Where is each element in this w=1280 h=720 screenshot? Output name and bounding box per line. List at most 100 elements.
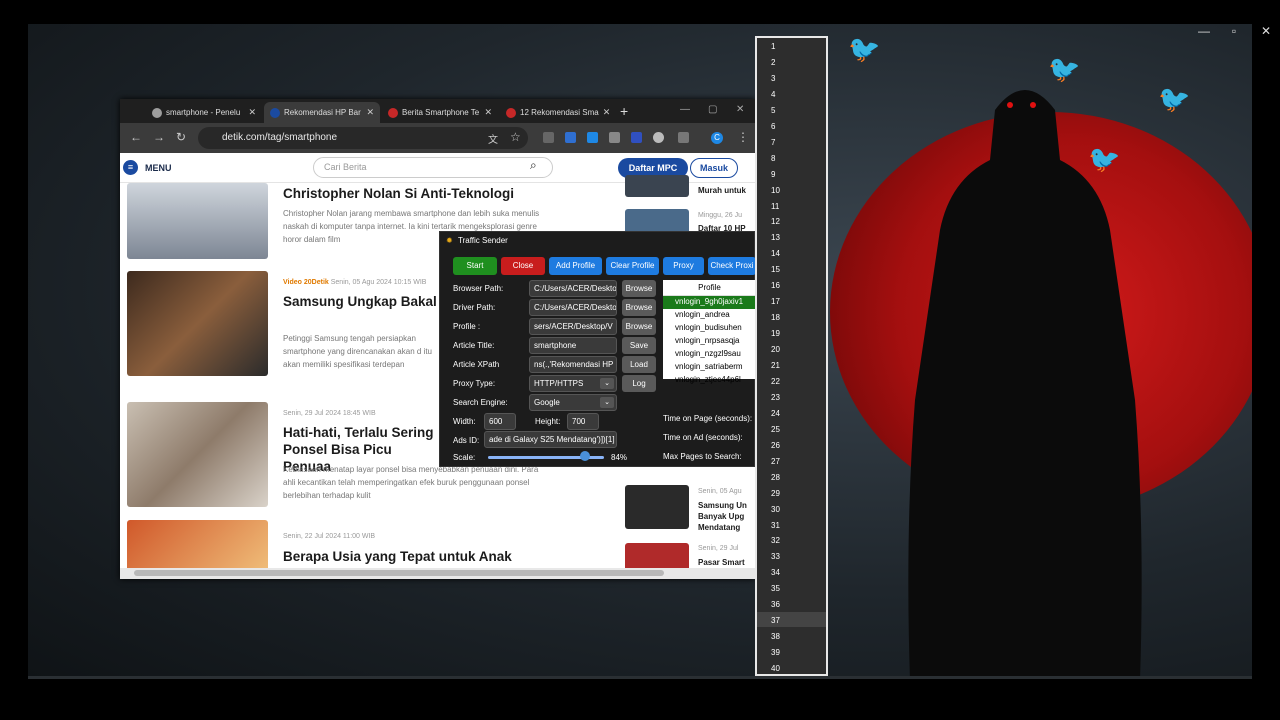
article-title-field[interactable]: smartphone [529, 337, 617, 354]
line-number: 5 [771, 105, 776, 115]
sidebar-title[interactable]: Murah untuk [698, 185, 753, 196]
profile-list-item[interactable]: vnlogin_ztjec44p6l [663, 374, 756, 387]
horizontal-scrollbar[interactable] [120, 568, 755, 579]
line-number: 27 [771, 456, 780, 466]
start-button[interactable]: Start [453, 257, 497, 275]
browser-path-field[interactable]: C:/Users/ACER/Deskto [529, 280, 617, 297]
profile-list[interactable]: Profile vnlogin_9gh0jaxiv1 vnlogin_andre… [663, 280, 756, 384]
extension-icon[interactable] [587, 132, 598, 143]
back-icon[interactable]: ← [130, 130, 142, 144]
width-label: Width: [453, 417, 476, 426]
tab-label: 12 Rekomendasi Sma [520, 108, 599, 117]
article-thumbnail[interactable] [127, 402, 268, 507]
driver-path-field[interactable]: C:/Users/ACER/Deskto [529, 299, 617, 316]
tab-close-icon[interactable]: ✕ [248, 107, 256, 118]
window-close-icon[interactable]: ✕ [736, 104, 744, 115]
minimize-icon[interactable]: — [1195, 24, 1213, 38]
line-number: 39 [771, 648, 780, 658]
window-maximize-icon[interactable]: ▢ [708, 104, 717, 115]
menu-label[interactable]: MENU [145, 163, 172, 173]
tab-close-icon[interactable]: ✕ [484, 107, 492, 118]
menu-icon[interactable]: ≡ [123, 160, 138, 175]
close-button[interactable]: Close [501, 257, 545, 275]
add-profile-button[interactable]: Add Profile [549, 257, 602, 275]
profile-list-header: Profile [663, 280, 756, 296]
extension-icon[interactable] [565, 132, 576, 143]
profile-list-item[interactable]: vnlogin_andrea [663, 309, 756, 322]
close-icon[interactable]: ✕ [1257, 24, 1275, 38]
profile-label: Profile : [453, 322, 481, 331]
article-thumbnail[interactable] [127, 183, 268, 259]
sidebar-thumbnail[interactable] [625, 175, 689, 197]
new-tab-button[interactable]: + [620, 103, 628, 119]
translate-icon[interactable]: 文 [488, 131, 498, 146]
ads-id-field[interactable]: ade di Galaxy S25 Mendatang')])[1] [484, 431, 617, 448]
browse-driver-button[interactable]: Browse [622, 299, 656, 316]
search-engine-select[interactable]: Google ⌄ [529, 394, 617, 411]
width-field[interactable]: 600 [484, 413, 516, 430]
ads-id-label: Ads ID: [453, 436, 480, 445]
window-minimize-icon[interactable]: — [680, 104, 690, 115]
proxy-button[interactable]: Proxy [663, 257, 704, 275]
profile-list-item[interactable]: vnlogin_satriaberm [663, 361, 756, 374]
extension-icon[interactable] [631, 132, 642, 143]
tab-close-icon[interactable]: ✕ [366, 107, 374, 118]
extension-icon[interactable] [653, 132, 664, 143]
extension-icon[interactable] [609, 132, 620, 143]
masuk-button[interactable]: Masuk [690, 158, 738, 178]
browse-browser-button[interactable]: Browse [622, 280, 656, 297]
address-bar[interactable]: detik.com/tag/smartphone [198, 127, 528, 149]
profile-list-item[interactable]: vnlogin_nzgzl9sau [663, 348, 756, 361]
search-icon[interactable]: ⌕ [530, 158, 537, 173]
restore-icon[interactable]: ▫ [1225, 24, 1243, 38]
clear-profile-button[interactable]: Clear Profile [606, 257, 659, 275]
tab-berita[interactable]: Berita Smartphone Te ✕ [382, 102, 498, 123]
line-number: 36 [771, 600, 780, 610]
tab-smartphone[interactable]: smartphone - Penelu ✕ [146, 102, 262, 123]
proxy-type-select[interactable]: HTTP/HTTPS ⌄ [529, 375, 617, 392]
browse-profile-button[interactable]: Browse [622, 318, 656, 335]
chevron-down-icon[interactable]: ⌄ [600, 378, 614, 389]
log-button[interactable]: Log [622, 375, 656, 392]
line-number: 21 [771, 361, 780, 370]
scrollbar-thumb[interactable] [134, 570, 664, 576]
load-button[interactable]: Load [622, 356, 656, 373]
tab-close-icon[interactable]: ✕ [603, 107, 611, 118]
chevron-down-icon[interactable]: ⌄ [600, 397, 614, 408]
profile-list-item[interactable]: vnlogin_9gh0jaxiv1 [663, 296, 756, 309]
save-button[interactable]: Save [622, 337, 656, 354]
profile-list-item[interactable]: vnlogin_nrpsasqja [663, 335, 756, 348]
more-menu-icon[interactable]: ⋮ [737, 130, 749, 144]
line-number: 32 [771, 536, 780, 546]
article-title[interactable]: Christopher Nolan Si Anti-Teknologi [283, 185, 603, 202]
puzzle-extensions-icon[interactable] [678, 132, 689, 143]
line-number-panel[interactable]: 1 2 3 4 5 6 7 8 9 10 11 12 13 14 15 16 17 18 19 20 21 22 23 24 2… [755, 36, 828, 676]
profile-list-item[interactable]: vnlogin_budisuhen [663, 322, 756, 335]
article-title[interactable]: Berapa Usia yang Tepat untuk Anak [283, 548, 603, 565]
sidebar-thumbnail[interactable] [625, 543, 689, 568]
tab-12-rekomendasi[interactable]: 12 Rekomendasi Sma ✕ [500, 102, 616, 123]
profile-avatar[interactable]: C [711, 132, 723, 144]
bookmark-star-icon[interactable]: ☆ [510, 130, 521, 144]
extension-icon[interactable] [543, 132, 554, 143]
article-thumbnail[interactable] [127, 520, 268, 568]
max-pages-label: Max Pages to Search: [663, 452, 742, 461]
article-xpath-field[interactable]: ns(.,'Rekomendasi HP [529, 356, 617, 373]
tab-rekomendasi[interactable]: Rekomendasi HP Bar ✕ [264, 102, 380, 123]
tab-favicon-icon [152, 107, 162, 118]
article-date: Senin, 29 Jul 2024 18:45 WIB [283, 410, 376, 417]
sidebar-title[interactable]: Samsung Un Banyak Upg Mendatang [698, 500, 753, 533]
search-input[interactable]: Cari Berita [313, 157, 553, 178]
article-thumbnail[interactable] [127, 271, 268, 376]
profile-field[interactable]: sers/ACER/Desktop/V [529, 318, 617, 335]
check-proxy-button[interactable]: Check Proxi [708, 257, 756, 275]
proxy-type-value: HTTP/HTTPS [534, 379, 584, 388]
scale-slider-handle[interactable] [580, 451, 591, 461]
time-on-ad-label: Time on Ad (seconds): [663, 433, 743, 442]
forward-icon[interactable]: → [153, 130, 165, 144]
height-field[interactable]: 700 [567, 413, 599, 430]
reload-icon[interactable]: ↻ [176, 130, 186, 144]
article-date: Senin, 05 Agu 2024 10:15 WIB [330, 279, 427, 286]
sidebar-title[interactable]: Pasar Smart [698, 557, 753, 568]
sidebar-thumbnail[interactable] [625, 485, 689, 529]
